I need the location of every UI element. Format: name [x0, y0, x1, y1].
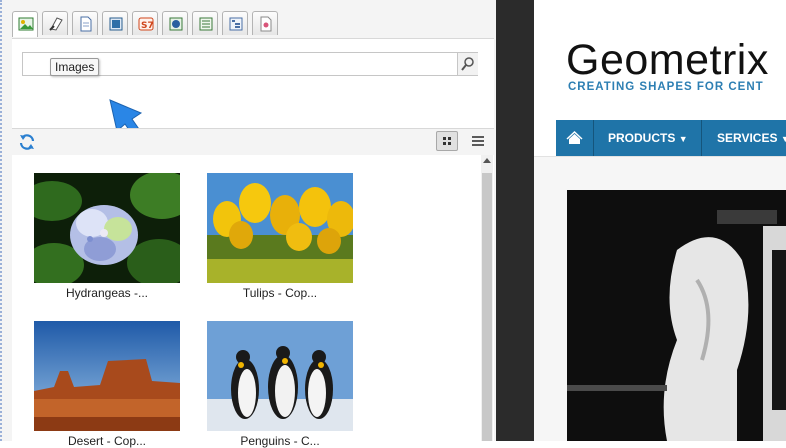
grid-view-button[interactable] [436, 131, 458, 151]
search-tooltip: Images [50, 58, 100, 76]
documents-icon [80, 16, 92, 32]
search-area: Images [12, 38, 494, 167]
home-icon [566, 130, 583, 144]
nav-products[interactable]: PRODUCTS ▼ [608, 120, 688, 156]
tab-paragraphs[interactable] [192, 11, 218, 35]
asset-thumbnail-tulips[interactable]: Tulips - Cop... [207, 173, 355, 300]
nav-home-button[interactable] [556, 120, 594, 156]
magnifier-icon [461, 57, 474, 71]
svg-text:S7: S7 [141, 21, 154, 31]
nav-products-label: PRODUCTS [608, 131, 676, 145]
tab-pages[interactable] [42, 11, 68, 35]
asset-thumbnail-penguins[interactable]: Penguins - C... [207, 321, 355, 448]
pages-icon [49, 17, 63, 31]
site-logo[interactable]: Geometrix [566, 36, 769, 85]
scrollbar-thumb[interactable] [482, 173, 492, 441]
nav-separator [701, 120, 702, 156]
desert-image [34, 321, 180, 431]
products-icon [260, 16, 272, 32]
grid-view-icon [443, 137, 451, 145]
penguins-image [207, 321, 353, 431]
content-finder-panel: S7 Images Hydrangeas -... Tulips - Cop..… [0, 0, 496, 448]
scroll-up-arrow-icon[interactable] [483, 158, 491, 163]
tab-documents[interactable] [72, 11, 98, 35]
tab-site-tree[interactable] [222, 11, 248, 35]
tab-images[interactable] [12, 11, 38, 37]
tab-products[interactable] [252, 11, 278, 35]
asset-caption: Hydrangeas -... [65, 286, 149, 300]
hero-image [567, 190, 786, 441]
tab-flash[interactable] [162, 11, 188, 35]
hydrangeas-image [34, 173, 180, 283]
site-nav: PRODUCTS ▼ SERVICES ▼ [556, 120, 786, 156]
caret-down-icon: ▼ [780, 134, 786, 144]
asset-toolbar [12, 128, 494, 156]
panel-divider [496, 0, 534, 441]
page-preview: Geometrix CREATING SHAPES FOR CENT PRODU… [534, 0, 786, 441]
content-finder-tabs: S7 [12, 11, 282, 37]
asset-thumbnail-hydrangeas[interactable]: Hydrangeas -... [34, 173, 182, 300]
asset-caption: Tulips - Cop... [242, 286, 318, 300]
asset-caption: Penguins - C... [240, 434, 320, 448]
tulips-image [207, 173, 353, 283]
list-view-icon [472, 136, 484, 146]
nav-services[interactable]: SERVICES ▼ [717, 120, 786, 156]
tab-s7[interactable]: S7 [132, 11, 158, 35]
asset-caption: Desert - Cop... [67, 434, 147, 448]
site-tree-icon [229, 17, 243, 31]
s7-icon: S7 [138, 17, 154, 31]
movies-icon [109, 17, 123, 31]
asset-grid: Hydrangeas -... Tulips - Cop... Desert -… [12, 155, 494, 448]
images-icon [18, 17, 34, 31]
search-button[interactable] [457, 53, 478, 75]
caret-down-icon: ▼ [678, 134, 688, 144]
paragraphs-icon [199, 17, 213, 31]
tab-movies[interactable] [102, 11, 128, 35]
asset-thumbnail-desert[interactable]: Desert - Cop... [34, 321, 182, 448]
list-view-button[interactable] [467, 131, 489, 151]
refresh-icon[interactable] [18, 133, 36, 151]
site-tagline: CREATING SHAPES FOR CENT [568, 81, 764, 93]
nav-services-label: SERVICES [717, 131, 778, 145]
flash-icon [169, 17, 183, 31]
asset-grid-scrollbar[interactable] [481, 155, 493, 441]
